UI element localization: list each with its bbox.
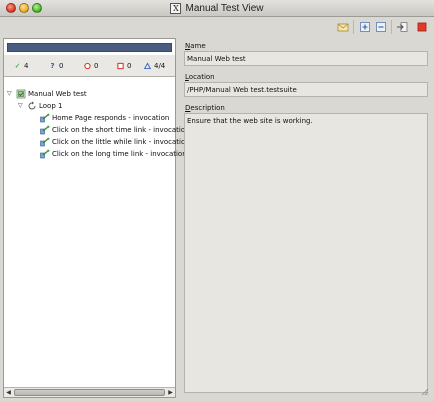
scroll-right-arrow-icon[interactable]: ▶ bbox=[166, 388, 175, 397]
test-tree-pane: ✓ 4 ? 0 0 0 4/4 ▽ Manual Web test ▽ Loop… bbox=[3, 38, 190, 398]
location-field[interactable]: /PHP/Manual Web test.testsuite bbox=[184, 82, 428, 97]
expanded-triangle-icon[interactable]: ▽ bbox=[18, 102, 25, 109]
tree-item-invocation[interactable]: Click on the little while link - invocat… bbox=[40, 136, 190, 147]
completed-stat: 4/4 bbox=[144, 61, 165, 71]
failed-stat: 0 bbox=[84, 61, 98, 71]
tree-item-label: Manual Web test bbox=[28, 89, 87, 98]
description-field[interactable]: Ensure that the web site is working. bbox=[184, 113, 428, 393]
export-icon[interactable] bbox=[396, 21, 408, 33]
toolbar-separator bbox=[391, 20, 392, 34]
completed-count: 4/4 bbox=[154, 62, 166, 70]
unknown-stat: ? 0 bbox=[49, 61, 63, 71]
passed-stat: ✓ 4 bbox=[14, 61, 29, 71]
test-stats-panel: ✓ 4 ? 0 0 0 4/4 bbox=[4, 55, 175, 77]
invocation-icon bbox=[40, 113, 50, 122]
resize-grip-icon[interactable] bbox=[421, 388, 429, 396]
toolbar-separator bbox=[353, 20, 354, 34]
loop-icon bbox=[28, 101, 36, 109]
expand-all-icon[interactable] bbox=[359, 21, 371, 33]
completed-triangle-icon bbox=[144, 62, 151, 70]
tree-item-invocation[interactable]: Click on the long time link - invocation bbox=[40, 148, 187, 159]
passed-count: 4 bbox=[24, 62, 29, 70]
unknown-question-icon: ? bbox=[50, 62, 55, 70]
tree-item-invocation[interactable]: Home Page responds - invocation bbox=[40, 112, 169, 123]
collapse-all-icon[interactable] bbox=[375, 21, 387, 33]
error-stat: 0 bbox=[117, 61, 131, 71]
horizontal-scrollbar[interactable]: ◀ ▶ bbox=[4, 387, 175, 397]
passed-check-icon: ✓ bbox=[14, 62, 21, 70]
expanded-triangle-icon[interactable]: ▽ bbox=[7, 90, 14, 97]
window-title: Manual Test View bbox=[185, 3, 264, 14]
location-label: Location bbox=[185, 73, 215, 81]
error-icon bbox=[117, 62, 124, 70]
scrollbar-thumb[interactable] bbox=[14, 389, 165, 396]
invocation-icon bbox=[40, 125, 50, 134]
tree-item-label: Click on the long time link - invocation bbox=[52, 149, 187, 158]
error-count: 0 bbox=[127, 62, 132, 70]
failed-count: 0 bbox=[94, 62, 99, 70]
window-title-bar: X Manual Test View bbox=[0, 0, 434, 17]
x11-app-icon: X bbox=[170, 3, 182, 14]
tree-item-label: Click on the short time link - invocatio… bbox=[52, 125, 190, 134]
name-field[interactable]: Manual Web test bbox=[184, 51, 428, 66]
envelope-icon[interactable] bbox=[337, 21, 349, 33]
details-pane: Name Manual Web test Location /PHP/Manua… bbox=[179, 38, 431, 398]
test-progress-bar bbox=[7, 43, 172, 52]
name-label: Name bbox=[185, 42, 206, 50]
view-toolbar bbox=[0, 17, 434, 37]
test-suite-icon bbox=[16, 89, 26, 98]
description-label: Description bbox=[185, 104, 225, 112]
tree-item-label: Home Page responds - invocation bbox=[52, 113, 170, 122]
tree-item-label: Click on the little while link - invocat… bbox=[52, 137, 190, 146]
tree-item-label: Loop 1 bbox=[39, 101, 63, 110]
failed-icon bbox=[84, 62, 91, 70]
scroll-left-arrow-icon[interactable]: ◀ bbox=[4, 388, 13, 397]
invocation-icon bbox=[40, 137, 50, 146]
tree-item-root[interactable]: ▽ Manual Web test bbox=[7, 88, 87, 99]
stop-icon[interactable] bbox=[416, 21, 428, 33]
unknown-count: 0 bbox=[59, 62, 64, 70]
invocation-icon bbox=[40, 149, 50, 158]
tree-item-invocation[interactable]: Click on the short time link - invocatio… bbox=[40, 124, 190, 135]
tree-item-loop[interactable]: ▽ Loop 1 bbox=[18, 100, 62, 111]
